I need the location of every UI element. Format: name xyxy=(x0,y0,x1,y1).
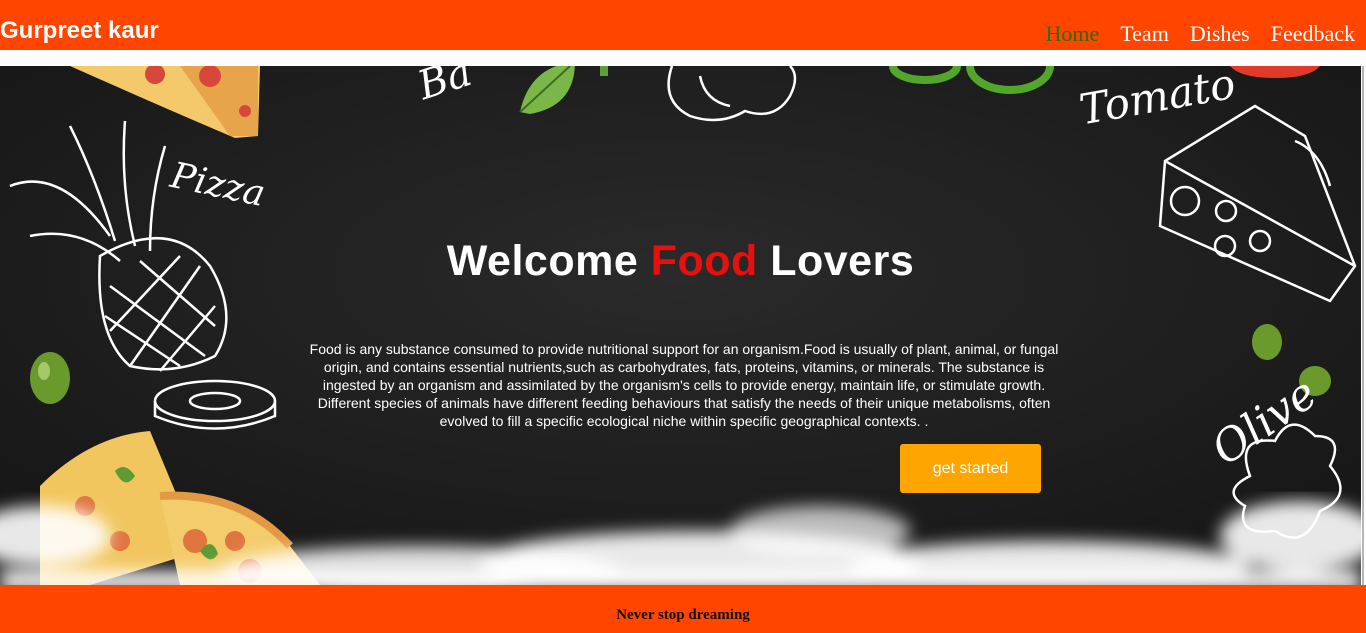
nav-feedback-link[interactable]: Feedback xyxy=(1271,20,1355,48)
hero-title-start: Welcome xyxy=(446,237,651,285)
scrollbar-thumb[interactable] xyxy=(1362,66,1364,585)
nav-dishes-link[interactable]: Dishes xyxy=(1190,20,1250,48)
top-navbar: Gurpreet kaur Home Team Dishes Feedback xyxy=(0,0,1366,50)
hero-title: Welcome Food Lovers xyxy=(0,234,1361,288)
footer-text: Never stop dreaming xyxy=(616,607,750,623)
olive-icon xyxy=(30,352,70,404)
main-nav: Home Team Dishes Feedback xyxy=(1046,20,1356,48)
hero-title-accent: Food xyxy=(650,237,758,285)
hero-section: Ba Tomato Pizza Olive Welcome Food Lover… xyxy=(0,66,1361,585)
get-started-button[interactable]: get started xyxy=(900,444,1041,493)
hero-title-end: Lovers xyxy=(757,237,915,285)
hero-background-art: Ba Tomato Pizza Olive xyxy=(0,66,1361,585)
nav-home-link[interactable]: Home xyxy=(1046,20,1100,48)
nav-team-link[interactable]: Team xyxy=(1120,20,1169,48)
hero-description: Food is any substance consumed to provid… xyxy=(309,341,1059,429)
scrollbar[interactable] xyxy=(1361,66,1366,585)
footer: Never stop dreaming xyxy=(0,585,1366,633)
brand-name[interactable]: Gurpreet kaur xyxy=(0,16,159,46)
header-spacer xyxy=(0,50,1366,66)
